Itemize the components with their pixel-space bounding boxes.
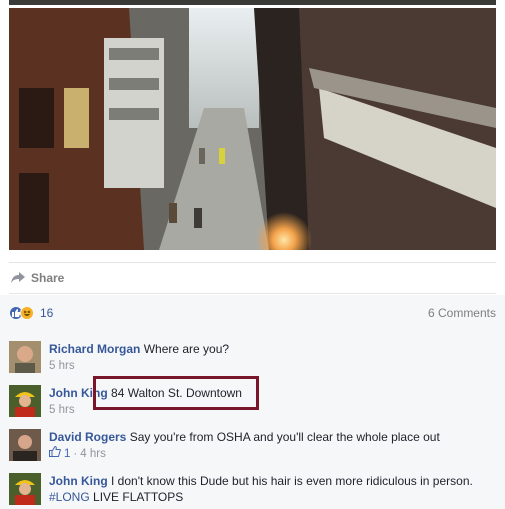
share-button[interactable]: Share — [9, 271, 64, 285]
comment-author[interactable]: John King — [49, 474, 108, 488]
comment-text: I don't know this Dude but his hair is e… — [111, 474, 473, 488]
hashtag-link[interactable]: #LONG — [49, 490, 90, 504]
haha-icon — [20, 306, 34, 320]
like-outline-icon[interactable] — [49, 445, 61, 463]
avatar[interactable] — [9, 473, 41, 505]
share-arrow-icon — [11, 272, 25, 284]
post-photo[interactable] — [9, 8, 496, 250]
reactions-count: 16 — [40, 306, 54, 320]
comment-timestamp[interactable]: 5 hrs — [49, 401, 75, 419]
comment-author[interactable]: David Rogers — [49, 430, 126, 444]
avatar[interactable] — [9, 429, 41, 461]
comment-timestamp[interactable]: 4 hrs — [80, 445, 106, 463]
annotation-highlight-box — [93, 376, 259, 410]
comment-like-count: 1 — [64, 448, 71, 460]
reactions-summary: 16 6 Comments — [9, 303, 496, 323]
comment-text: Where are you? — [143, 342, 230, 356]
previous-post-image-edge — [9, 0, 496, 5]
comment-item: Richard Morgan Where are you? 5 hrs — [9, 341, 496, 375]
avatar[interactable] — [9, 385, 41, 417]
comment-timestamp[interactable]: 5 hrs — [49, 357, 75, 375]
comment-author[interactable]: Richard Morgan — [49, 342, 140, 356]
meta-separator: · — [73, 448, 78, 460]
share-label: Share — [31, 271, 65, 285]
avatar[interactable] — [9, 341, 41, 373]
comment-item: David Rogers Say you're from OSHA and yo… — [9, 429, 496, 463]
comments-count-link[interactable]: 6 Comments — [428, 306, 496, 320]
comment-item: John King I don't know this Dude but his… — [9, 473, 496, 505]
comment-text: Say you're from OSHA and you'll clear th… — [129, 430, 440, 444]
reactions-button[interactable]: 16 — [9, 306, 53, 320]
comment-text-continued: LIVE FLATTOPS — [89, 490, 184, 504]
post-actions-bar: Share — [9, 262, 496, 294]
